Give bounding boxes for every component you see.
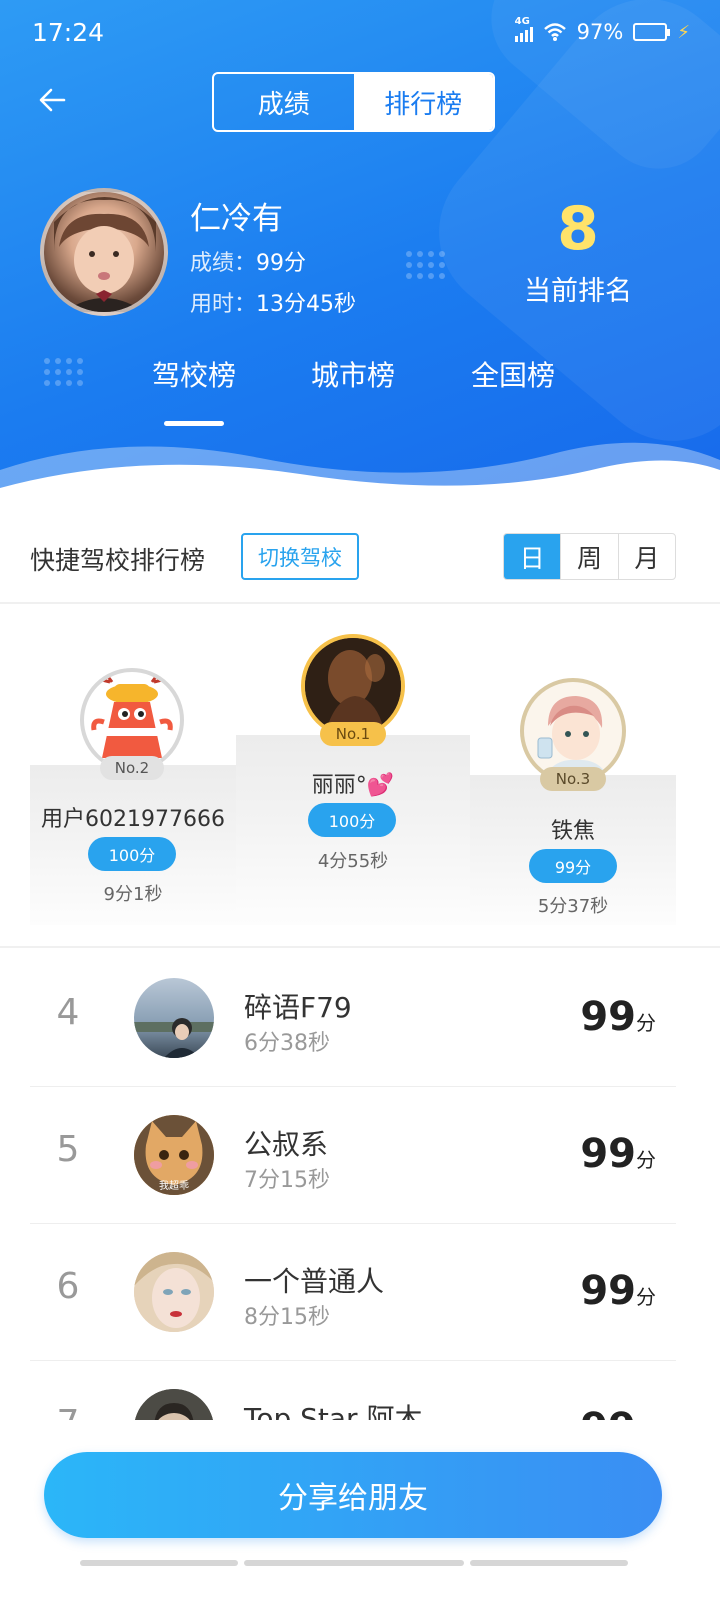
rank-number: 5 [56, 1129, 80, 1170]
user-score: 99分 [580, 994, 656, 1040]
nav-bar-segment [470, 1560, 628, 1566]
my-time: 13分45秒 [256, 292, 357, 317]
rank-number: 4 [56, 992, 80, 1033]
user-time: 8分15秒 [244, 1305, 330, 1330]
first-medal: No.1 [320, 722, 386, 746]
my-name: 仁冷有 [190, 201, 283, 237]
second-name: 用户6021977666 [41, 807, 225, 832]
third-name: 铁焦 [550, 819, 595, 844]
switch-school-button[interactable]: 切换驾校 [241, 533, 359, 580]
third-score: 99分 [529, 849, 617, 883]
divider [0, 946, 720, 948]
tab-indicator [164, 421, 224, 426]
second-time: 9分1秒 [103, 884, 163, 905]
section-title: 快捷驾校排行榜 [30, 546, 206, 575]
tab-city[interactable]: 城市榜 [293, 354, 413, 394]
period-day[interactable]: 日 [504, 534, 561, 579]
period-month[interactable]: 月 [617, 534, 675, 579]
status-bar: 17:24 4G 97% ⚡ [0, 0, 720, 66]
user-avatar [134, 1252, 214, 1332]
user-score: 99分 [580, 1268, 656, 1314]
user-avatar [134, 978, 214, 1058]
list-item[interactable]: 5 我超乖 公叔系 7分15秒 99分 [30, 1087, 676, 1224]
decor-dots [406, 251, 445, 279]
network-type: 4G [514, 16, 530, 27]
my-time-line: 用时：13分45秒 [190, 292, 357, 317]
battery-percent: 97% [576, 20, 624, 44]
user-score: 99分 [580, 1131, 656, 1177]
period-week[interactable]: 周 [560, 534, 617, 579]
my-rank-number: 8 [557, 194, 599, 264]
user-avatar: 我超乖 [134, 1115, 214, 1195]
tab-national[interactable]: 全国榜 [453, 354, 573, 394]
tab-leaderboard[interactable]: 排行榜 [353, 74, 493, 130]
list-item[interactable]: 6 一个普通人 8分15秒 99分 [30, 1224, 676, 1361]
period-selector: 日 周 月 [503, 533, 676, 580]
rank-number: 6 [56, 1266, 80, 1307]
score-rank-toggle: 成绩 排行榜 [212, 72, 495, 132]
divider [0, 602, 720, 604]
charging-icon: ⚡ [677, 21, 690, 43]
header-wave [0, 442, 720, 510]
second-score: 100分 [88, 837, 176, 871]
user-time: 7分15秒 [244, 1168, 330, 1193]
header-banner: 17:24 4G 97% ⚡ 成绩 排行榜 仁冷有 成绩：99分 用时：13分4… [0, 0, 720, 510]
avatar-caption: 我超乖 [159, 1179, 189, 1192]
user-name: 公叔系 [244, 1128, 329, 1161]
my-score-line: 成绩：99分 [190, 251, 307, 276]
second-medal: No.2 [100, 756, 164, 780]
wifi-icon [543, 23, 566, 41]
my-score: 99分 [256, 251, 307, 276]
third-time: 5分37秒 [537, 896, 609, 917]
share-to-friends-button[interactable]: 分享给朋友 [44, 1452, 662, 1538]
first-time: 4分55秒 [317, 851, 389, 872]
arrow-left-icon [39, 88, 66, 112]
nav-bar-segment [244, 1560, 464, 1566]
user-name: 碎语F79 [244, 991, 352, 1024]
first-score: 100分 [308, 803, 396, 837]
signal-icon: 4G [514, 16, 533, 42]
first-name: 丽丽°💕 [311, 773, 395, 798]
battery-icon [633, 23, 671, 41]
board-tabs: 驾校榜 城市榜 全国榜 [0, 354, 720, 394]
user-name: 一个普通人 [244, 1265, 385, 1298]
my-rank-label: 当前排名 [524, 276, 632, 307]
list-item[interactable]: 4 碎语F79 6分38秒 99分 [30, 950, 676, 1087]
leaderboard-screen: 17:24 4G 97% ⚡ 成绩 排行榜 仁冷有 成绩：99分 用时：13分4… [0, 0, 720, 1600]
tab-driving-school[interactable]: 驾校榜 [134, 354, 254, 394]
my-avatar [40, 188, 168, 316]
nav-bar-segment [80, 1560, 238, 1566]
status-time: 17:24 [32, 18, 105, 47]
user-time: 6分38秒 [244, 1031, 330, 1056]
tab-score[interactable]: 成绩 [214, 74, 354, 130]
third-medal: No.3 [540, 767, 606, 791]
back-button[interactable] [36, 84, 76, 124]
